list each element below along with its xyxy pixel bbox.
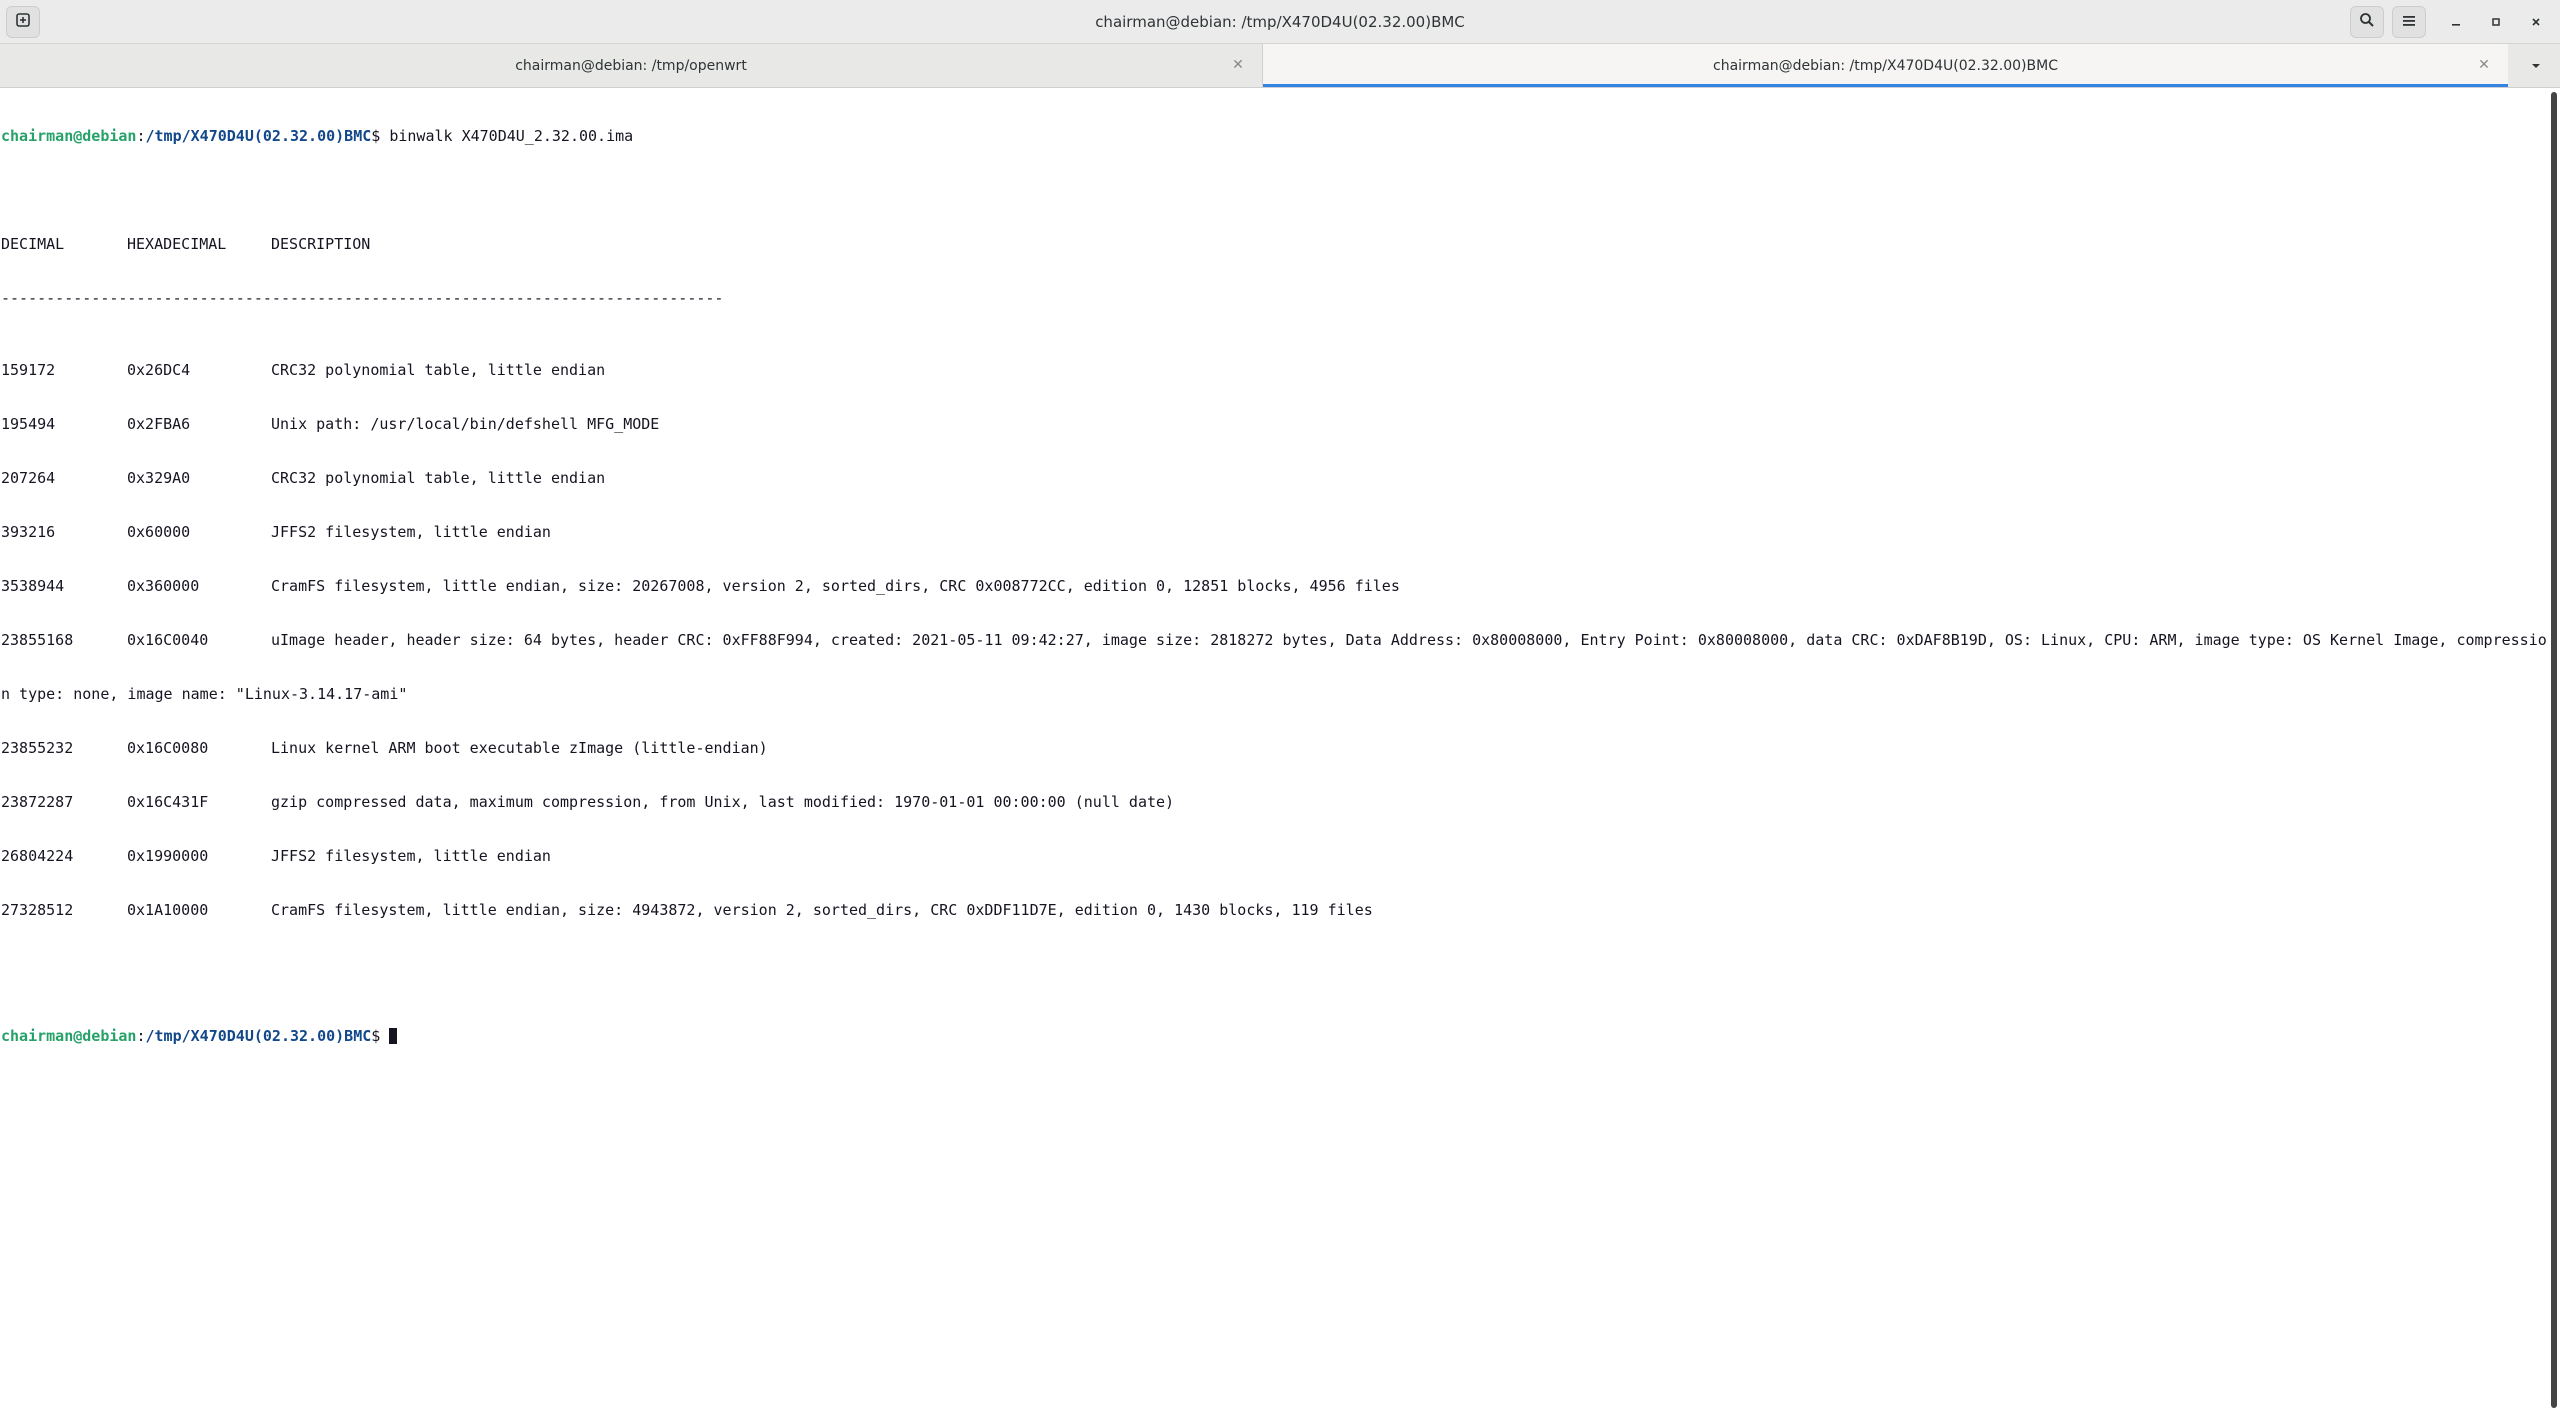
row-description: gzip compressed data, maximum compressio… xyxy=(271,793,1175,811)
main-menu-button[interactable] xyxy=(2392,6,2426,38)
row-hex: 0x16C0040 xyxy=(127,631,209,649)
row-hex: 0x2FBA6 xyxy=(127,415,191,433)
row-hex: 0x16C0080 xyxy=(127,739,209,757)
header-description: DESCRIPTION xyxy=(271,235,371,253)
new-tab-icon xyxy=(15,12,31,32)
hamburger-menu-icon xyxy=(2402,13,2416,32)
terminal-output: chairman@debian:/tmp/X470D4U(02.32.00)BM… xyxy=(1,91,2546,1081)
tab-bar: chairman@debian: /tmp/openwrt ✕ chairman… xyxy=(0,44,2560,88)
prompt-user: chairman@debian xyxy=(1,1027,137,1045)
row-decimal: 195494 xyxy=(1,415,56,433)
table-separator: ----------------------------------------… xyxy=(1,289,724,307)
minimize-button[interactable] xyxy=(2440,6,2472,38)
row-hex: 0x16C431F xyxy=(127,793,209,811)
terminal-scrollbar[interactable] xyxy=(2548,88,2560,1413)
terminal-view[interactable]: chairman@debian:/tmp/X470D4U(02.32.00)BM… xyxy=(0,88,2546,1413)
prompt-separator: : xyxy=(136,1027,146,1045)
table-header: DECIMAL HEXADECIMAL DESCRIPTION xyxy=(1,235,2546,253)
tab-openwrt[interactable]: chairman@debian: /tmp/openwrt ✕ xyxy=(0,44,1262,87)
row-description: JFFS2 filesystem, little endian xyxy=(271,847,551,865)
table-row: 23855168 0x16C0040 uImage header, header s… xyxy=(1,631,2546,649)
table-row-wrap: n type: none, image name: "Linux-3.14.17… xyxy=(1,685,408,703)
row-decimal: 23855168 xyxy=(1,631,74,649)
row-description: CRC32 polynomial table, little endian xyxy=(271,469,606,487)
maximize-icon xyxy=(2490,13,2502,32)
new-tab-button[interactable] xyxy=(6,6,40,38)
row-decimal: 23855232 xyxy=(1,739,74,757)
window-title: chairman@debian: /tmp/X470D4U(02.32.00)B… xyxy=(1095,13,1465,31)
row-hex: 0x360000 xyxy=(127,577,200,595)
table-row: 159172 0x26DC4 CRC32 polynomial table, lit… xyxy=(1,361,2546,379)
maximize-button[interactable] xyxy=(2480,6,2512,38)
row-decimal: 26804224 xyxy=(1,847,74,865)
command-text: binwalk X470D4U_2.32.00.ima xyxy=(389,127,634,145)
header-decimal: DECIMAL xyxy=(1,235,65,253)
tab-label: chairman@debian: /tmp/X470D4U(02.32.00)B… xyxy=(1713,57,2058,74)
row-description: CRC32 polynomial table, little endian xyxy=(271,361,606,379)
tab-x470d4u-bmc[interactable]: chairman@debian: /tmp/X470D4U(02.32.00)B… xyxy=(1262,44,2508,87)
table-row: 27328512 0x1A10000 CramFS filesystem, litt… xyxy=(1,901,2546,919)
table-row: 195494 0x2FBA6 Unix path: /usr/local/bin/d… xyxy=(1,415,2546,433)
close-icon xyxy=(2530,13,2542,32)
tab-list-dropdown-button[interactable] xyxy=(2520,50,2552,82)
command-line: chairman@debian:/tmp/X470D4U(02.32.00)BM… xyxy=(1,127,2546,145)
header-hexadecimal: HEXADECIMAL xyxy=(127,235,227,253)
row-hex: 0x329A0 xyxy=(127,469,191,487)
row-description: Linux kernel ARM boot executable zImage … xyxy=(271,739,768,757)
tab-close-icon[interactable]: ✕ xyxy=(2474,55,2494,75)
text-cursor xyxy=(389,1028,398,1044)
active-tab-indicator xyxy=(1263,84,2508,87)
tab-label: chairman@debian: /tmp/openwrt xyxy=(515,57,747,74)
table-row: 23855232 0x16C0080 Linux kernel ARM boot e… xyxy=(1,739,2546,757)
prompt-dollar: $ xyxy=(371,127,390,145)
minimize-icon xyxy=(2450,13,2462,32)
row-description: uImage header, header size: 64 bytes, he… xyxy=(271,631,2546,649)
row-decimal: 207264 xyxy=(1,469,56,487)
row-decimal: 393216 xyxy=(1,523,56,541)
row-description: JFFS2 filesystem, little endian xyxy=(271,523,551,541)
row-decimal: 23872287 xyxy=(1,793,74,811)
table-row: 393216 0x60000 JFFS2 filesystem, little en… xyxy=(1,523,2546,541)
row-hex: 0x26DC4 xyxy=(127,361,191,379)
row-description: CramFS filesystem, little endian, size: … xyxy=(271,577,1400,595)
row-description: Unix path: /usr/local/bin/defshell MFG_M… xyxy=(271,415,660,433)
table-row: 26804224 0x1990000 JFFS2 filesystem, littl… xyxy=(1,847,2546,865)
row-decimal: 159172 xyxy=(1,361,56,379)
prompt-path: /tmp/X470D4U(02.32.00)BMC xyxy=(145,1027,372,1045)
row-hex: 0x60000 xyxy=(127,523,191,541)
header-bar: chairman@debian: /tmp/X470D4U(02.32.00)B… xyxy=(0,0,2560,44)
prompt-line: chairman@debian:/tmp/X470D4U(02.32.00)BM… xyxy=(1,1027,2546,1045)
search-icon xyxy=(2359,12,2375,32)
prompt-path: /tmp/X470D4U(02.32.00)BMC xyxy=(145,127,372,145)
row-hex: 0x1A10000 xyxy=(127,901,209,919)
row-hex: 0x1990000 xyxy=(127,847,209,865)
chevron-down-icon xyxy=(2530,57,2542,76)
row-decimal: 3538944 xyxy=(1,577,65,595)
close-window-button[interactable] xyxy=(2520,6,2552,38)
prompt-separator: : xyxy=(136,127,146,145)
table-row: 207264 0x329A0 CRC32 polynomial table, lit… xyxy=(1,469,2546,487)
row-decimal: 27328512 xyxy=(1,901,74,919)
tab-close-icon[interactable]: ✕ xyxy=(1228,55,1248,75)
prompt-user: chairman@debian xyxy=(1,127,137,145)
table-row: 3538944 0x360000 CramFS filesystem, little… xyxy=(1,577,2546,595)
scrollbar-thumb[interactable] xyxy=(2551,92,2557,1408)
search-button[interactable] xyxy=(2350,6,2384,38)
prompt-dollar: $ xyxy=(371,1027,390,1045)
table-row: 23872287 0x16C431F gzip compressed data, m… xyxy=(1,793,2546,811)
terminal-window: chairman@debian: /tmp/X470D4U(02.32.00)B… xyxy=(0,0,2560,1413)
row-description: CramFS filesystem, little endian, size: … xyxy=(271,901,1373,919)
